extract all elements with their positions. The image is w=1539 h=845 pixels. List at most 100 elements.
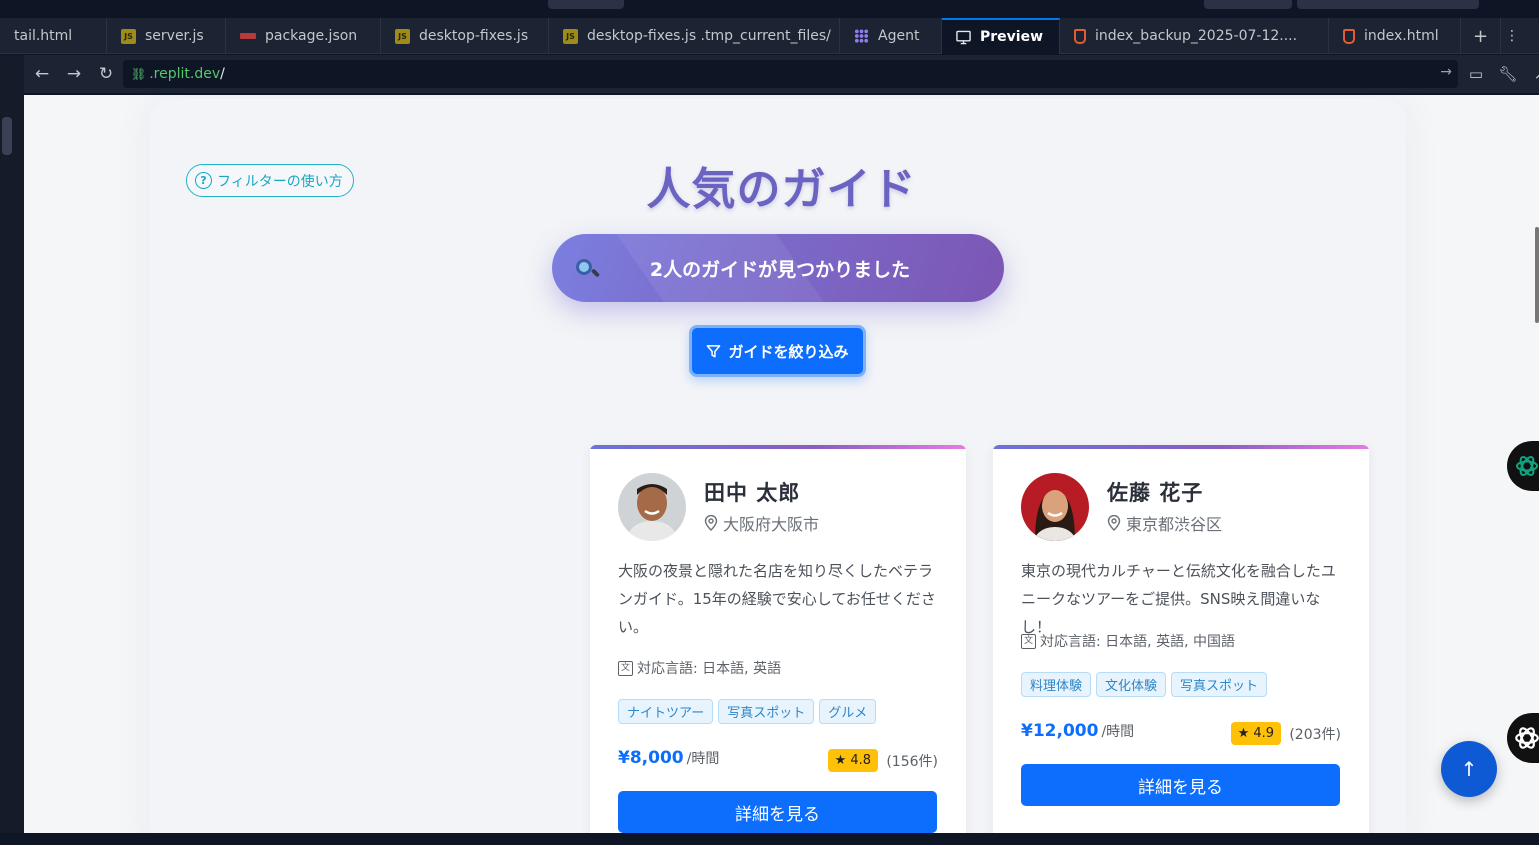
map-pin-icon <box>1107 515 1121 531</box>
preview-url-bar: ← → ↻ ⛓ .replit.dev/ → ▭ 🔧︎ ↗ <box>0 55 1539 93</box>
tab-label: desktop-fixes.js .tmp_current_files/ <box>587 28 831 44</box>
scrollbar-thumb[interactable] <box>1535 227 1539 323</box>
json-file-icon <box>240 33 256 39</box>
new-tab-button[interactable]: + <box>1461 18 1501 54</box>
filter-guides-button[interactable]: ガイドを絞り込み <box>689 325 866 377</box>
tab-label: index_backup_2025-07-12.... <box>1095 28 1298 44</box>
avatar <box>1021 473 1089 541</box>
guide-languages: 文 対応言語: 日本語, 英語, 中国語 <box>1021 631 1235 651</box>
tab-file[interactable]: JS desktop-fixes.js <box>381 18 549 54</box>
view-details-button[interactable]: 詳細を見る <box>1021 764 1340 806</box>
guide-price: ¥8,000/時間 <box>618 748 719 768</box>
url-domain: .replit.dev <box>149 66 221 82</box>
tab-preview[interactable]: Preview <box>942 18 1060 54</box>
tab-label: Preview <box>980 29 1044 45</box>
tag-chip[interactable]: 写真スポット <box>1171 672 1268 697</box>
js-file-icon: JS <box>121 28 136 44</box>
rating-value: 4.8 <box>850 753 871 768</box>
review-count: (156件) <box>886 754 938 770</box>
js-file-icon: JS <box>563 28 578 44</box>
html-file-icon <box>1074 28 1086 44</box>
top-pill[interactable] <box>1204 0 1292 9</box>
bottom-status-bar <box>0 833 1539 845</box>
tab-label: server.js <box>145 28 204 44</box>
guide-description: 大阪の夜景と隠れた名店を知り尽くしたベテランガイド。15年の経験で安心してお任せ… <box>618 562 936 636</box>
tab-label: index.html <box>1364 28 1439 44</box>
preview-viewport: ? フィルターの使い方 人気のガイド 2人のガイドが見つかりました ガイドを絞り… <box>24 95 1539 833</box>
guide-name: 田中 太郎 <box>704 481 801 505</box>
forward-button[interactable]: → <box>58 58 90 90</box>
star-icon: ★ <box>834 753 847 768</box>
rating-badge: ★ 4.9 <box>1230 722 1281 745</box>
translate-icon: 文 <box>1021 633 1036 649</box>
guide-tags: 料理体験 文化体験 写真スポット <box>1021 672 1268 697</box>
reload-button[interactable]: ↻ <box>90 58 122 90</box>
price-value: ¥8,000 <box>618 748 684 768</box>
html-file-icon <box>1343 28 1355 44</box>
more-tabs-icon[interactable]: ⋮ <box>1501 18 1523 54</box>
top-pill[interactable] <box>548 0 624 9</box>
tag-chip[interactable]: 料理体験 <box>1021 672 1092 697</box>
url-field[interactable]: ⛓ .replit.dev / → <box>123 60 1458 88</box>
devices-icon[interactable]: ▭ <box>1462 59 1490 89</box>
left-sidebar-gutter <box>0 55 24 845</box>
funnel-icon <box>707 344 721 357</box>
guide-tags: ナイトツアー 写真スポット グルメ <box>618 699 877 724</box>
window-top-strip <box>0 0 1539 18</box>
back-button[interactable]: ← <box>26 58 58 90</box>
result-count-banner: 2人のガイドが見つかりました <box>552 234 1004 302</box>
sidebar-scrollbar[interactable] <box>2 117 12 155</box>
tab-agent[interactable]: Agent <box>840 18 942 54</box>
tab-file[interactable]: tail.html <box>0 18 107 54</box>
url-path: / <box>220 66 225 82</box>
open-new-window-icon[interactable]: ↗ <box>1526 59 1539 89</box>
link-icon: ⛓ <box>131 67 147 81</box>
tab-file[interactable]: package.json <box>226 18 381 54</box>
guide-location-text: 東京都渋谷区 <box>1126 515 1223 534</box>
guide-languages-text: 対応言語: 日本語, 英語, 中国語 <box>1040 634 1235 650</box>
top-pill[interactable] <box>1297 0 1479 9</box>
guide-location-text: 大阪府大阪市 <box>723 515 820 534</box>
result-count-text: 2人のガイドが見つかりました <box>649 258 911 281</box>
page-title: 人気のガイド <box>646 164 917 215</box>
price-unit: /時間 <box>686 751 720 767</box>
avatar <box>618 473 686 541</box>
agent-icon <box>854 29 869 44</box>
magnifier-icon <box>576 256 601 280</box>
tab-file[interactable]: JS desktop-fixes.js .tmp_current_files/ <box>549 18 840 54</box>
tab-file[interactable]: index.html <box>1329 18 1461 54</box>
review-count: (203件) <box>1289 727 1341 743</box>
tab-label: desktop-fixes.js <box>419 28 529 44</box>
tab-file[interactable]: JS server.js <box>107 18 226 54</box>
guide-description: 東京の現代カルチャーと伝統文化を融合したユニークなツアーをご提供。SNS映え間違… <box>1021 562 1336 636</box>
rating-value: 4.9 <box>1253 726 1274 741</box>
view-details-button[interactable]: 詳細を見る <box>618 791 937 833</box>
translate-icon: 文 <box>618 660 633 676</box>
tag-chip[interactable]: グルメ <box>819 699 877 724</box>
tag-chip[interactable]: 写真スポット <box>718 699 815 724</box>
preview-scrollbar[interactable] <box>1531 95 1539 833</box>
guide-languages: 文 対応言語: 日本語, 英語 <box>618 658 781 678</box>
tag-chip[interactable]: ナイトツアー <box>618 699 714 724</box>
card-accent-line <box>993 445 1369 449</box>
monitor-icon <box>956 30 971 45</box>
price-unit: /時間 <box>1101 724 1135 740</box>
filter-guides-label: ガイドを絞り込み <box>728 342 849 361</box>
editor-tab-bar: tail.html JS server.js package.json JS d… <box>0 18 1539 54</box>
guide-card: 田中 太郎 大阪府大阪市 大阪の夜景と隠れた名店を知り尽くしたベテランガイド。1… <box>590 445 966 833</box>
map-pin-icon <box>704 515 718 531</box>
guide-location: 東京都渋谷区 <box>1107 511 1222 535</box>
guide-name: 佐藤 花子 <box>1107 481 1204 505</box>
rating-badge: ★ 4.8 <box>827 749 878 772</box>
tab-label: tail.html <box>14 28 73 44</box>
open-url-icon[interactable]: → <box>1440 64 1452 80</box>
guide-card: 佐藤 花子 東京都渋谷区 東京の現代カルチャーと伝統文化を融合したユニークなツア… <box>993 445 1369 833</box>
price-value: ¥12,000 <box>1021 721 1099 741</box>
tab-file[interactable]: index_backup_2025-07-12.... <box>1060 18 1329 54</box>
tag-chip[interactable]: 文化体験 <box>1096 672 1167 697</box>
scroll-to-top-button[interactable]: ↑ <box>1441 741 1497 797</box>
tab-label: package.json <box>265 28 358 44</box>
devtools-wrench-icon[interactable]: 🔧︎ <box>1494 59 1522 89</box>
arrow-up-icon: ↑ <box>1460 757 1478 781</box>
tab-label: Agent <box>878 28 920 44</box>
